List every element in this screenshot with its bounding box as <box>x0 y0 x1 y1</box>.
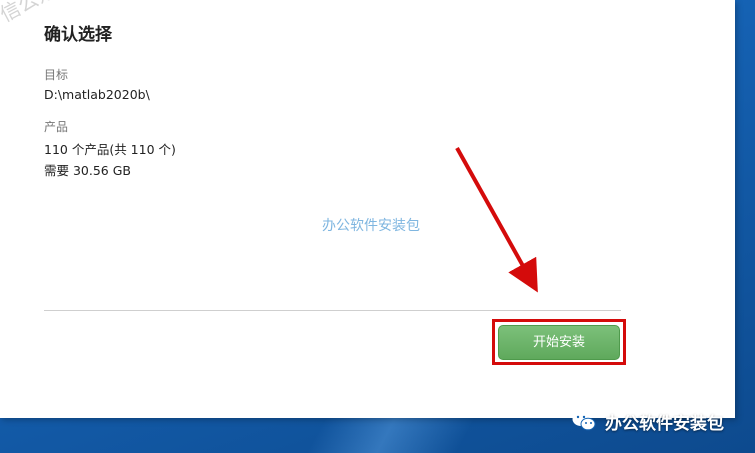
brand-badge: 办公软件安装包 <box>571 405 724 437</box>
arrow-line <box>455 147 538 293</box>
brand-name: 办公软件安装包 <box>605 413 724 434</box>
wechat-icon <box>572 412 596 431</box>
annotation-arrow <box>455 147 538 293</box>
